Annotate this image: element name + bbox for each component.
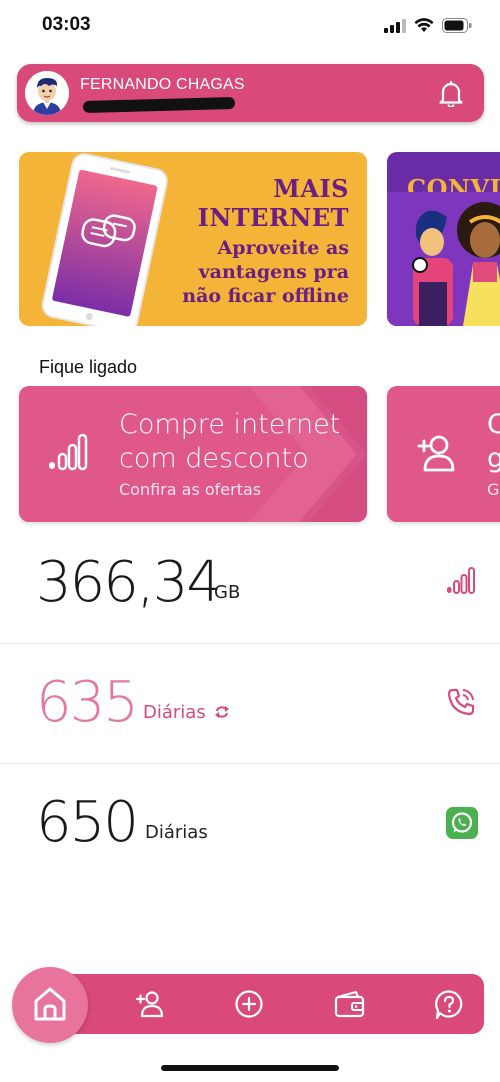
wallet-icon (334, 990, 365, 1018)
battery-icon (442, 18, 472, 33)
data-balance-row[interactable]: 366,34 GB (0, 524, 500, 644)
nav-invite-button[interactable] (135, 989, 165, 1024)
phone-illustration (41, 153, 168, 326)
add-user-icon (135, 991, 164, 1018)
banner-sub-line1: Aproveite as (217, 237, 349, 259)
whatsapp-icon (446, 807, 478, 839)
banner-sub-line3: não ficar offline (182, 285, 349, 307)
calls-balance-unit: Diárias (143, 702, 206, 723)
nav-add-button[interactable] (234, 989, 264, 1024)
redacted-phone-number (82, 97, 236, 113)
nav-wallet-button[interactable] (334, 989, 366, 1024)
offer-title-line1: Compre internet (119, 409, 341, 440)
status-icons (384, 18, 472, 33)
profile-header[interactable]: FERNANDO CHAGAS (17, 64, 484, 122)
nav-home-button[interactable] (12, 967, 88, 1043)
offers-carousel[interactable]: Compre internet com desconto Confira as … (0, 386, 500, 526)
offer-title-line2: com desconto (119, 443, 309, 474)
nav-help-button[interactable] (434, 989, 464, 1025)
whatsapp-balance-unit: Diárias (145, 822, 208, 843)
calls-balance-value: 635 (36, 670, 139, 735)
repeat-icon (215, 706, 229, 718)
offer2-title: C g (487, 408, 500, 476)
phone-icon (447, 688, 475, 716)
status-time: 03:03 (42, 14, 91, 35)
offer2-title-line1: C (487, 409, 500, 440)
bell-icon (439, 80, 463, 108)
offer-subtitle: Confira as ofertas (119, 480, 262, 499)
offer2-title-line2: g (487, 443, 500, 474)
banner-title-line2: INTERNET (197, 203, 349, 232)
offer-card-internet[interactable]: Compre internet com desconto Confira as … (19, 386, 367, 522)
help-icon (435, 990, 463, 1020)
cellular-signal-icon (384, 18, 406, 33)
whatsapp-balance-value: 650 (36, 790, 139, 855)
promo-banner-carousel[interactable]: MAIS INTERNET Aproveite as vantagens pra… (0, 150, 500, 328)
offer2-subtitle: Ga (487, 480, 500, 499)
data-balance-value: 366,34 (36, 550, 222, 615)
offer-card-invite[interactable]: C g Ga (387, 386, 500, 522)
banner-mais-internet[interactable]: MAIS INTERNET Aproveite as vantagens pra… (19, 152, 367, 326)
home-indicator[interactable] (161, 1065, 339, 1071)
banner-convide[interactable]: CONVID (387, 152, 500, 326)
offer-title: Compre internet com desconto (119, 408, 349, 476)
signal-bars-icon (447, 567, 475, 594)
section-title: Fique ligado (39, 357, 138, 377)
status-bar: 03:03 (0, 0, 500, 54)
data-balance-unit: GB (214, 582, 241, 603)
calls-balance-row[interactable]: 635 Diárias (0, 644, 500, 764)
plus-circle-icon (235, 990, 263, 1018)
add-user-icon (417, 435, 455, 472)
avatar[interactable] (25, 71, 69, 115)
banner-sub-line2: vantagens pra (198, 261, 349, 283)
notifications-button[interactable] (438, 80, 464, 112)
wifi-icon (414, 18, 434, 32)
home-icon (34, 987, 66, 1021)
banner-title-line1: MAIS (273, 174, 349, 203)
signal-bars-icon (49, 433, 88, 471)
banner-text: MAIS INTERNET Aproveite as vantagens pra… (182, 174, 349, 308)
profile-name: FERNANDO CHAGAS (80, 76, 245, 93)
people-illustration (387, 192, 500, 326)
whatsapp-balance-row[interactable]: 650 Diárias (0, 764, 500, 884)
